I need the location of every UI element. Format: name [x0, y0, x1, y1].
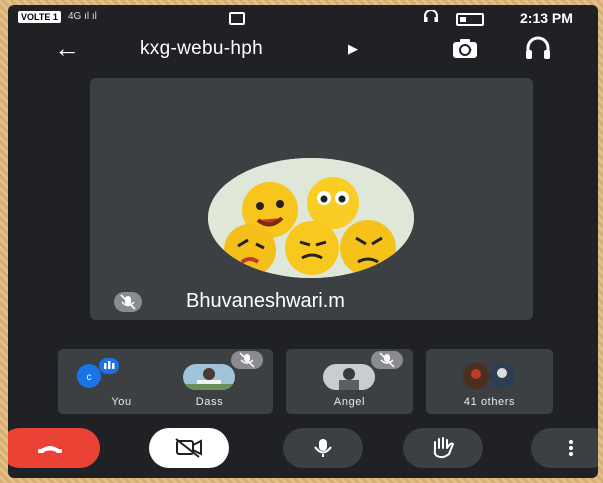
raise-hand-button[interactable]	[403, 428, 483, 468]
meet-screen: VOLTE 1 4G ıl ıl 2:13 PM ← kxg-webu-hph …	[8, 5, 598, 478]
participant-thumb-angel[interactable]: Angel	[286, 349, 413, 414]
mic-muted-icon	[114, 292, 142, 312]
hand-icon	[433, 437, 454, 459]
headset-status-icon	[424, 10, 438, 22]
mic-muted-icon	[231, 351, 263, 369]
participant-avatar	[208, 158, 414, 278]
network-type: 4G	[68, 11, 82, 22]
arrow-left-icon[interactable]: ←	[52, 33, 82, 63]
microphone-icon	[314, 439, 332, 457]
headphones-icon[interactable]	[524, 36, 552, 62]
meeting-title[interactable]: kxg-webu-hph	[140, 38, 263, 60]
caret-right-icon[interactable]: ▶	[348, 41, 358, 57]
network-indicator: 4G ıl ıl	[68, 11, 97, 22]
microphone-button[interactable]	[283, 428, 363, 468]
status-bar: VOLTE 1 4G ıl ıl 2:13 PM	[8, 5, 598, 31]
participant-thumb-dass[interactable]: Dass	[146, 349, 273, 414]
participant-photo	[183, 364, 235, 390]
participant-label: Angel	[333, 396, 366, 408]
camera-toggle-button[interactable]	[149, 428, 229, 468]
participant-name: Bhuvaneshwari.m	[186, 290, 345, 312]
participant-photo	[323, 364, 375, 390]
signal-icon: ıl ıl	[84, 11, 97, 22]
more-vertical-icon	[569, 440, 573, 456]
more-options-button[interactable]	[531, 428, 598, 468]
participant-label: Dass	[195, 396, 224, 408]
carrier-badge: VOLTE 1	[18, 11, 61, 23]
svg-text:c: c	[87, 372, 92, 383]
participants-avatar-stack	[450, 362, 530, 390]
emoji-pillows-image	[208, 158, 414, 278]
participant-thumb-others[interactable]: 41 others	[426, 349, 553, 414]
clock: 2:13 PM	[520, 10, 573, 26]
cast-icon	[229, 12, 245, 25]
battery-icon	[456, 13, 484, 26]
phone-hangup-icon	[38, 446, 62, 453]
end-call-button[interactable]	[8, 428, 100, 468]
main-participant-tile[interactable]: Bhuvaneshwari.m	[90, 78, 533, 320]
switch-camera-icon[interactable]	[450, 36, 480, 62]
google-account-avatar: c	[71, 356, 123, 388]
mic-muted-icon	[371, 351, 403, 369]
participant-label: 41 others	[463, 396, 516, 408]
camera-off-icon	[175, 438, 202, 458]
